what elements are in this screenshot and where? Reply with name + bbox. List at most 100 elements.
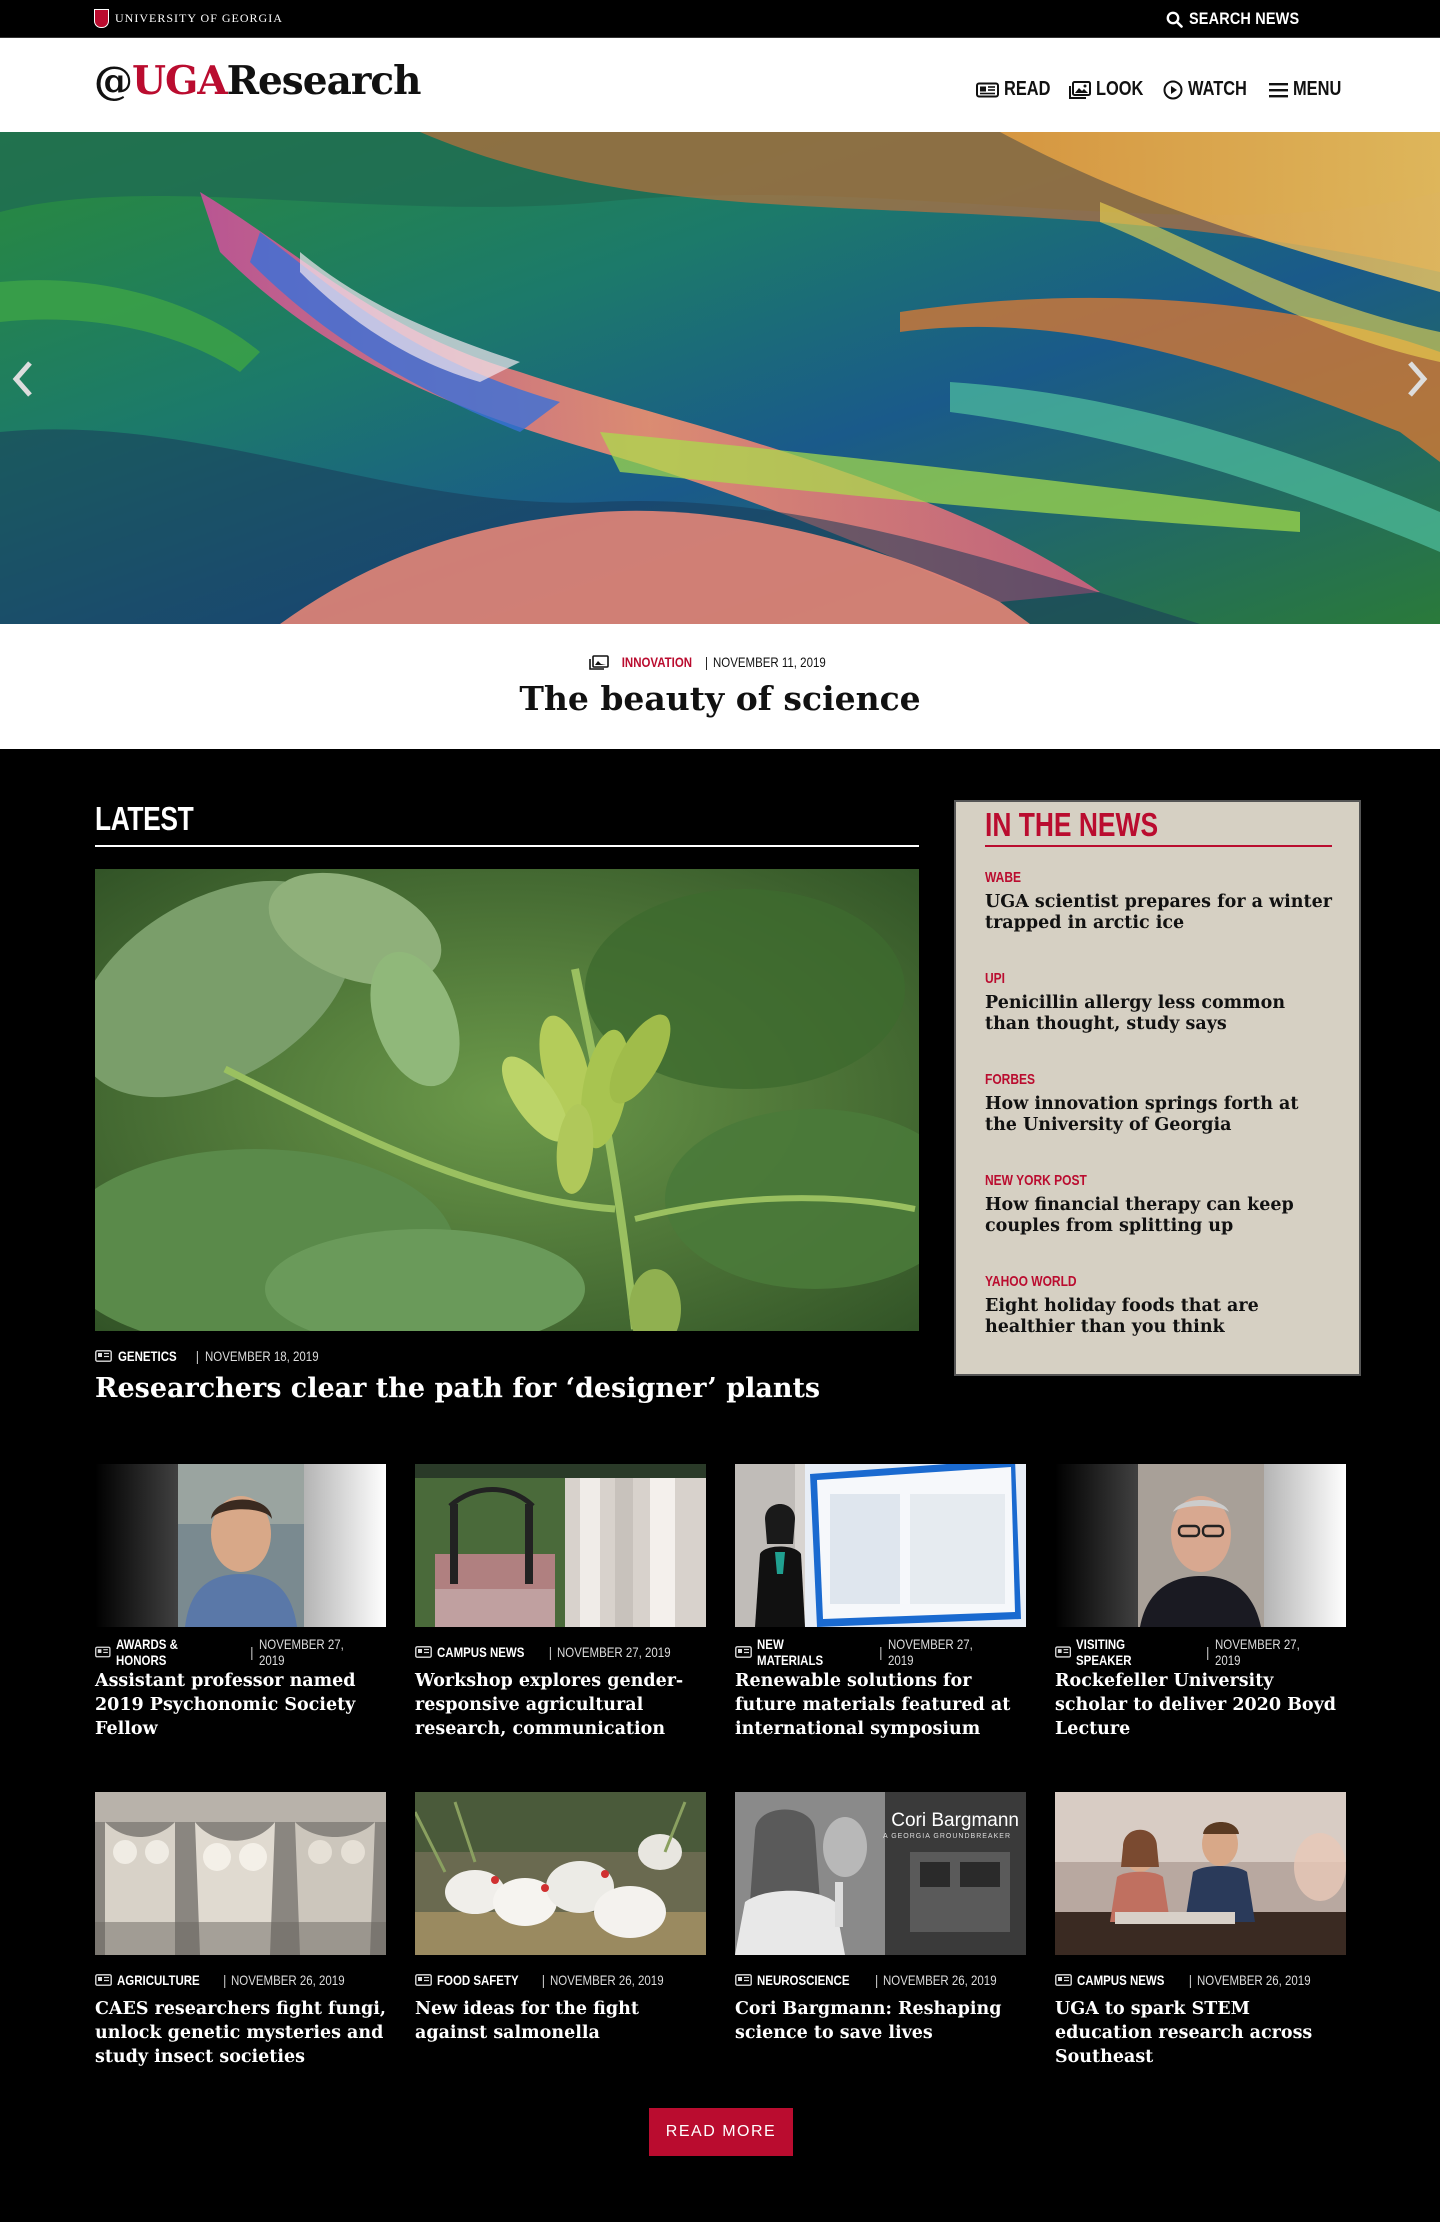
meta-separator: |: [250, 1644, 254, 1660]
card-image: [415, 1464, 706, 1627]
site-header: @UGAResearch READ LOOK WATCH MENU: [0, 38, 1440, 132]
news-source: WABE: [985, 869, 1021, 886]
story-card[interactable]: NEW MATERIALS | NOVEMBER 27, 2019 Renewa…: [735, 1464, 1026, 1741]
nav-look[interactable]: LOOK: [1069, 78, 1146, 101]
meta-separator: |: [548, 1644, 553, 1660]
card-title: Cori Bargmann: Reshaping science to save…: [735, 1999, 1002, 2043]
feature-meta: GENETICS | NOVEMBER 18, 2019: [95, 1348, 344, 1364]
news-divider: [985, 845, 1332, 847]
card-category[interactable]: CAMPUS NEWS: [437, 1644, 524, 1660]
hero-title[interactable]: The beauty of science: [0, 679, 1440, 718]
card-meta: CAMPUS NEWS | NOVEMBER 26, 2019: [1055, 1972, 1346, 1988]
card-date: NOVEMBER 26, 2019: [883, 1972, 998, 1988]
card-image: [735, 1464, 1026, 1627]
nav-watch[interactable]: WATCH: [1163, 78, 1252, 101]
feature-date: NOVEMBER 18, 2019: [205, 1348, 319, 1364]
news-source: YAHOO WORLD: [985, 1273, 1077, 1290]
uga-brand-text: UNIVERSITY OF GEORGIA: [115, 11, 283, 25]
meta-separator: |: [1205, 1644, 1210, 1660]
card-date: NOVEMBER 27, 2019: [1214, 1636, 1300, 1668]
news-title: How innovation springs forth at the Univ…: [985, 1094, 1299, 1135]
card-title: Renewable solutions for future materials…: [735, 1671, 1011, 1739]
search-news-button[interactable]: SEARCH NEWS: [1166, 9, 1319, 29]
card-title: New ideas for the fight against salmonel…: [415, 1999, 639, 2043]
card-category[interactable]: NEUROSCIENCE: [757, 1972, 849, 1988]
chevron-right-icon[interactable]: [1396, 357, 1436, 401]
image-icon: [1069, 80, 1092, 99]
card-category[interactable]: AWARDS & HONORS: [116, 1636, 222, 1668]
feature-image[interactable]: [95, 869, 919, 1331]
soybean-plant-photo: [95, 869, 919, 1331]
chevron-left-icon[interactable]: [4, 357, 44, 401]
story-card[interactable]: FOOD SAFETY | NOVEMBER 26, 2019 New idea…: [415, 1792, 706, 2045]
newspaper-icon: [735, 1646, 752, 1658]
card-meta: AGRICULTURE | NOVEMBER 26, 2019: [95, 1972, 386, 1988]
news-item[interactable]: FORBES How innovation springs forth at t…: [985, 1071, 1335, 1136]
hero-image[interactable]: [0, 132, 1440, 624]
hero-category[interactable]: INNOVATION: [622, 654, 692, 670]
news-source: NEW YORK POST: [985, 1172, 1087, 1189]
news-item[interactable]: WABE UGA scientist prepares for a winter…: [985, 869, 1335, 934]
news-item[interactable]: UPI Penicillin allergy less common than …: [985, 970, 1335, 1035]
card-image: [95, 1792, 386, 1955]
feature-category[interactable]: GENETICS: [118, 1348, 177, 1364]
logo-prefix: @: [94, 58, 133, 104]
search-icon: [1166, 11, 1184, 28]
news-title: Penicillin allergy less common than thou…: [985, 993, 1286, 1034]
story-card[interactable]: Cori Bargmann A GEORGIA GROUNDBREAKER NE…: [735, 1792, 1026, 2045]
card-category[interactable]: CAMPUS NEWS: [1077, 1972, 1164, 1988]
card-category[interactable]: NEW MATERIALS: [757, 1636, 853, 1668]
hero-crystal-art: [0, 132, 1440, 624]
play-circle-icon: [1163, 80, 1183, 99]
nav-menu[interactable]: MENU: [1269, 78, 1344, 101]
latest-heading: LATEST: [95, 800, 194, 837]
hero-date: NOVEMBER 11, 2019: [713, 654, 827, 670]
news-source: FORBES: [985, 1071, 1036, 1088]
site-logo[interactable]: @UGAResearch: [94, 58, 421, 104]
meta-separator: |: [541, 1972, 546, 1988]
poster-presentation-photo: [735, 1464, 1026, 1627]
news-item[interactable]: YAHOO WORLD Eight holiday foods that are…: [985, 1273, 1335, 1338]
card-meta: FOOD SAFETY | NOVEMBER 26, 2019: [415, 1972, 706, 1988]
portrait-photo: [1055, 1464, 1346, 1627]
card-date: NOVEMBER 26, 2019: [231, 1972, 346, 1988]
newspaper-icon: [95, 1646, 111, 1658]
in-the-news-panel: IN THE NEWS WABE UGA scientist prepares …: [954, 800, 1361, 1376]
story-card[interactable]: VISITING SPEAKER | NOVEMBER 27, 2019 Roc…: [1055, 1464, 1346, 1741]
card-image: [1055, 1464, 1346, 1627]
newspaper-icon: [735, 1974, 752, 1986]
card-category[interactable]: VISITING SPEAKER: [1076, 1636, 1178, 1668]
story-card[interactable]: CAMPUS NEWS | NOVEMBER 26, 2019 UGA to s…: [1055, 1792, 1346, 2069]
uga-brand-link[interactable]: UNIVERSITY OF GEORGIA: [94, 9, 283, 28]
nav-read[interactable]: READ: [975, 78, 1053, 101]
meta-separator: |: [222, 1972, 227, 1988]
card-title: Rockefeller University scholar to delive…: [1055, 1671, 1336, 1739]
news-title: UGA scientist prepares for a winter trap…: [985, 892, 1332, 933]
read-more-button[interactable]: READ MORE: [649, 2108, 793, 2156]
feature-title[interactable]: Researchers clear the path for ‘designer…: [95, 1373, 820, 1404]
chickens-photo: [415, 1792, 706, 1955]
card-meta: CAMPUS NEWS | NOVEMBER 27, 2019: [415, 1644, 706, 1660]
campus-arch-photo: [415, 1464, 706, 1627]
newspaper-icon: [95, 1350, 112, 1362]
story-card[interactable]: CAMPUS NEWS | NOVEMBER 27, 2019 Workshop…: [415, 1464, 706, 1741]
card-meta: NEW MATERIALS | NOVEMBER 27, 2019: [735, 1636, 1026, 1668]
card-image: [1055, 1792, 1346, 1955]
main-nav: READ LOOK WATCH MENU: [975, 78, 1344, 101]
lab-photo: Cori Bargmann A GEORGIA GROUNDBREAKER: [735, 1792, 1026, 1955]
in-the-news-heading: IN THE NEWS: [985, 806, 1159, 843]
card-date: NOVEMBER 26, 2019: [550, 1972, 664, 1988]
utility-bar: UNIVERSITY OF GEORGIA SEARCH NEWS: [0, 0, 1440, 38]
portrait-photo: [95, 1464, 386, 1627]
story-card[interactable]: AGRICULTURE | NOVEMBER 26, 2019 CAES res…: [95, 1792, 386, 2069]
news-item[interactable]: NEW YORK POST How financial therapy can …: [985, 1172, 1335, 1237]
nav-watch-label: WATCH: [1188, 78, 1248, 100]
image-icon: [589, 654, 609, 670]
hamburger-icon: [1269, 82, 1289, 97]
newspaper-icon: [1055, 1646, 1072, 1658]
story-card[interactable]: AWARDS & HONORS | NOVEMBER 27, 2019 Assi…: [95, 1464, 386, 1741]
card-category[interactable]: FOOD SAFETY: [437, 1972, 519, 1988]
meta-separator: |: [874, 1972, 879, 1988]
meta-separator: |: [879, 1644, 883, 1660]
card-category[interactable]: AGRICULTURE: [117, 1972, 200, 1988]
